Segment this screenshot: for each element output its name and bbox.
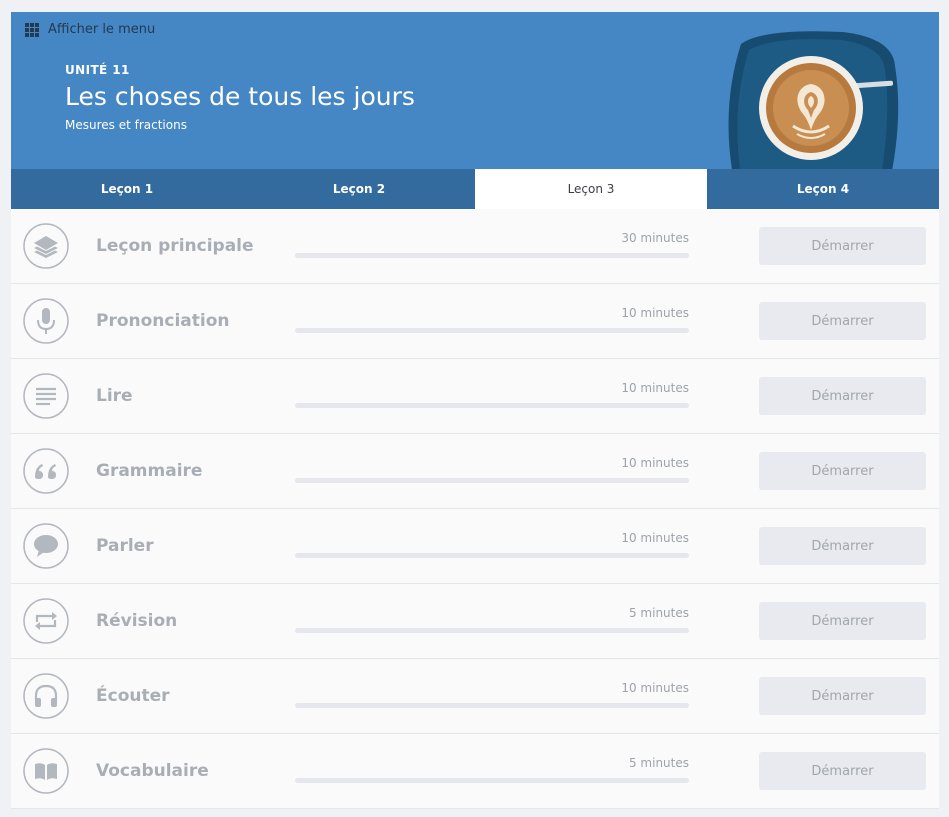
activity-name[interactable]: Lire xyxy=(96,386,133,406)
unit-header: Afficher le menu UNITÉ 11 Les choses de … xyxy=(11,12,939,169)
progress-bar xyxy=(295,403,689,408)
unit-number: UNITÉ 11 xyxy=(65,63,130,77)
start-button[interactable]: Démarrer xyxy=(759,602,926,640)
layers-icon xyxy=(23,223,69,269)
progress-bar xyxy=(295,778,689,783)
headphones-icon xyxy=(23,673,69,719)
start-button[interactable]: Démarrer xyxy=(759,302,926,340)
activity-name[interactable]: Révision xyxy=(96,611,177,631)
progress-bar xyxy=(295,553,689,558)
text-lines-icon xyxy=(23,373,69,419)
activity-duration: 10 minutes xyxy=(621,381,689,395)
progress-bar xyxy=(295,478,689,483)
activity-duration: 10 minutes xyxy=(621,306,689,320)
tab-lesson-3[interactable]: Leçon 3 xyxy=(475,169,707,209)
start-button[interactable]: Démarrer xyxy=(759,677,926,715)
activity-name[interactable]: Vocabulaire xyxy=(96,761,209,781)
tab-lesson-1[interactable]: Leçon 1 xyxy=(11,169,243,209)
tab-lesson-2[interactable]: Leçon 2 xyxy=(243,169,475,209)
activity-name[interactable]: Prononciation xyxy=(96,311,230,331)
start-button[interactable]: Démarrer xyxy=(759,527,926,565)
activity-row-pronunciation: Prononciation 10 minutes Démarrer xyxy=(11,284,939,359)
show-menu-button[interactable]: Afficher le menu xyxy=(25,22,155,37)
activity-duration: 5 minutes xyxy=(628,756,689,770)
unit-subtitle: Mesures et fractions xyxy=(65,118,187,132)
start-button[interactable]: Démarrer xyxy=(759,227,926,265)
progress-bar xyxy=(295,628,689,633)
activity-row-main-lesson: Leçon principale 30 minutes Démarrer xyxy=(11,209,939,284)
activity-list: Leçon principale 30 minutes Démarrer Pro… xyxy=(11,209,939,809)
show-menu-label: Afficher le menu xyxy=(48,22,156,37)
activity-duration: 10 minutes xyxy=(621,456,689,470)
activity-row-speaking: Parler 10 minutes Démarrer xyxy=(11,509,939,584)
activity-row-reading: Lire 10 minutes Démarrer xyxy=(11,359,939,434)
tab-lesson-4[interactable]: Leçon 4 xyxy=(707,169,939,209)
start-button[interactable]: Démarrer xyxy=(759,377,926,415)
start-button[interactable]: Démarrer xyxy=(759,452,926,490)
activity-name[interactable]: Grammaire xyxy=(96,461,202,481)
activity-row-review: Révision 5 minutes Démarrer xyxy=(11,584,939,659)
lesson-tabs: Leçon 1 Leçon 2 Leçon 3 Leçon 4 xyxy=(11,169,939,209)
activity-duration: 5 minutes xyxy=(628,606,689,620)
activity-row-vocabulary: Vocabulaire 5 minutes Démarrer xyxy=(11,734,939,809)
lesson-panel: Afficher le menu UNITÉ 11 Les choses de … xyxy=(11,12,939,809)
activity-duration: 10 minutes xyxy=(621,531,689,545)
activity-name[interactable]: Écouter xyxy=(96,686,170,706)
coffee-cup-image xyxy=(728,31,899,169)
microphone-icon xyxy=(23,298,69,344)
grid-menu-icon xyxy=(25,22,39,37)
start-button[interactable]: Démarrer xyxy=(759,752,926,790)
activity-row-listening: Écouter 10 minutes Démarrer xyxy=(11,659,939,734)
quote-icon xyxy=(23,448,69,494)
activity-name[interactable]: Leçon principale xyxy=(96,236,254,256)
speech-bubble-icon xyxy=(23,523,69,569)
progress-bar xyxy=(295,703,689,708)
book-icon xyxy=(23,748,69,794)
activity-row-grammar: Grammaire 10 minutes Démarrer xyxy=(11,434,939,509)
activity-duration: 30 minutes xyxy=(621,231,689,245)
repeat-icon xyxy=(23,598,69,644)
unit-title: Les choses de tous les jours xyxy=(65,82,415,111)
progress-bar xyxy=(295,253,689,258)
activity-duration: 10 minutes xyxy=(621,681,689,695)
progress-bar xyxy=(295,328,689,333)
activity-name[interactable]: Parler xyxy=(96,536,154,556)
